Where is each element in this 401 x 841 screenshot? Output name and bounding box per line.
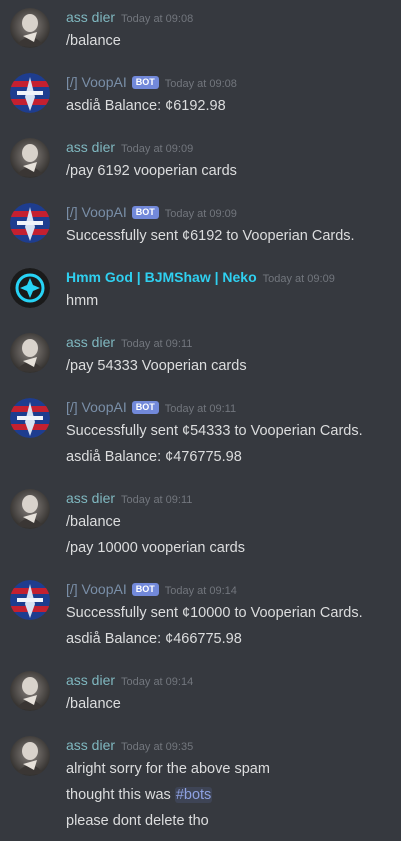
message-text: asdiå Balance: ¢6192.98 bbox=[66, 97, 226, 115]
author-name[interactable]: Hmm God | BJMShaw | Neko bbox=[66, 269, 257, 285]
message-text-content: Successfully sent ¢10000 to Vooperian Ca… bbox=[66, 605, 363, 621]
message-timestamp[interactable]: Today at 09:09 bbox=[121, 143, 193, 155]
chat-message: [/] VoopAI BOT Today at 09:09 Successfully … bbox=[0, 203, 401, 247]
bot-badge: BOT bbox=[131, 583, 159, 596]
user-avatar-icon[interactable] bbox=[10, 8, 50, 48]
message-timestamp[interactable]: Today at 09:14 bbox=[121, 676, 193, 688]
message-header: ass dier Today at 09:08 bbox=[66, 8, 193, 28]
message-text: asdiå Balance: ¢476775.98 bbox=[66, 448, 242, 466]
message-text-content: asdiå Balance: ¢476775.98 bbox=[66, 449, 242, 465]
chat-message: [/] VoopAI BOT Today at 09:14 Successfully … bbox=[0, 580, 401, 650]
message-text-content: please dont delete tho bbox=[66, 813, 209, 829]
message-text: alright sorry for the above spam bbox=[66, 760, 270, 778]
message-text: Successfully sent ¢10000 to Vooperian Ca… bbox=[66, 604, 363, 622]
message-text: /balance bbox=[66, 513, 121, 531]
message-header: ass dier Today at 09:09 bbox=[66, 138, 193, 158]
neko-avatar-icon[interactable] bbox=[10, 268, 50, 308]
chat-message: ass dier Today at 09:09/pay 6192 vooperia… bbox=[0, 138, 401, 182]
message-timestamp[interactable]: Today at 09:08 bbox=[165, 78, 237, 90]
message-text: Successfully sent ¢6192 to Vooperian Car… bbox=[66, 227, 355, 245]
message-timestamp[interactable]: Today at 09:14 bbox=[165, 585, 237, 597]
chat-message: ass dier Today at 09:11/pay 54333 Vooperi… bbox=[0, 333, 401, 377]
message-header: [/] VoopAI BOT Today at 09:09 bbox=[66, 203, 237, 223]
voopai-avatar-icon[interactable] bbox=[10, 398, 50, 438]
chat-message: ass dier Today at 09:08/balance bbox=[0, 8, 401, 52]
message-text-content: alright sorry for the above spam bbox=[66, 761, 270, 777]
author-name[interactable]: ass dier bbox=[66, 334, 115, 350]
bot-badge: BOT bbox=[131, 401, 159, 414]
chat-message: [/] VoopAI BOT Today at 09:08 asdiå Balance… bbox=[0, 73, 401, 117]
message-timestamp[interactable]: Today at 09:35 bbox=[121, 741, 193, 753]
chat-message: [/] VoopAI BOT Today at 09:11 Successfully … bbox=[0, 398, 401, 468]
voopai-avatar-icon[interactable] bbox=[10, 73, 50, 113]
chat-message: ass dier Today at 09:14/balance bbox=[0, 671, 401, 715]
voopai-avatar-icon[interactable] bbox=[10, 203, 50, 243]
message-header: Hmm God | BJMShaw | Neko Today at 09:09 bbox=[66, 268, 335, 288]
message-timestamp[interactable]: Today at 09:11 bbox=[165, 403, 236, 415]
message-text-content: thought this was bbox=[66, 787, 175, 803]
user-avatar-icon[interactable] bbox=[10, 489, 50, 529]
message-text: /balance bbox=[66, 695, 121, 713]
author-name[interactable]: ass dier bbox=[66, 9, 115, 25]
author-name[interactable]: [/] VoopAI bbox=[66, 74, 127, 90]
message-text-content: Successfully sent ¢6192 to Vooperian Car… bbox=[66, 228, 355, 244]
message-text: asdiå Balance: ¢466775.98 bbox=[66, 630, 242, 648]
message-text: /pay 54333 Vooperian cards bbox=[66, 357, 247, 375]
user-avatar-icon[interactable] bbox=[10, 333, 50, 373]
message-header: ass dier Today at 09:11 bbox=[66, 333, 192, 353]
chat-message-list: ass dier Today at 09:08/balance [/] VoopAI… bbox=[0, 0, 401, 841]
author-name[interactable]: [/] VoopAI bbox=[66, 399, 127, 415]
message-text-content: hmm bbox=[66, 293, 99, 309]
author-name[interactable]: ass dier bbox=[66, 737, 115, 753]
message-timestamp[interactable]: Today at 09:11 bbox=[121, 494, 192, 506]
message-text: please dont delete tho bbox=[66, 812, 209, 830]
voopai-avatar-icon[interactable] bbox=[10, 580, 50, 620]
chat-message: ass dier Today at 09:11/balance/pay 10000… bbox=[0, 489, 401, 559]
message-header: ass dier Today at 09:11 bbox=[66, 489, 192, 509]
message-text-content: /pay 54333 Vooperian cards bbox=[66, 358, 247, 374]
chat-message: Hmm God | BJMShaw | Neko Today at 09:09 hm… bbox=[0, 268, 401, 312]
bot-badge: BOT bbox=[131, 76, 159, 89]
author-name[interactable]: ass dier bbox=[66, 139, 115, 155]
message-header: [/] VoopAI BOT Today at 09:08 bbox=[66, 73, 237, 93]
user-avatar-icon[interactable] bbox=[10, 138, 50, 178]
message-text-content: /balance bbox=[66, 514, 121, 530]
message-text: /balance bbox=[66, 32, 121, 50]
message-text-content: /pay 6192 vooperian cards bbox=[66, 163, 237, 179]
message-text: hmm bbox=[66, 292, 98, 310]
author-name[interactable]: ass dier bbox=[66, 672, 115, 688]
message-header: [/] VoopAI BOT Today at 09:11 bbox=[66, 398, 236, 418]
message-timestamp[interactable]: Today at 09:11 bbox=[121, 338, 192, 350]
message-timestamp[interactable]: Today at 09:09 bbox=[263, 273, 335, 285]
user-avatar-icon[interactable] bbox=[10, 671, 50, 711]
author-name[interactable]: [/] VoopAI bbox=[66, 581, 127, 597]
message-text: /pay 10000 vooperian cards bbox=[66, 539, 245, 557]
bot-badge: BOT bbox=[131, 206, 159, 219]
message-text-content: asdiå Balance: ¢466775.98 bbox=[66, 631, 242, 647]
message-header: ass dier Today at 09:14 bbox=[66, 671, 193, 691]
message-text: /pay 6192 vooperian cards bbox=[66, 162, 237, 180]
channel-mention-link[interactable]: #bots bbox=[174, 787, 213, 803]
chat-message: ass dier Today at 09:35 alright sorry for … bbox=[0, 736, 401, 832]
message-text: thought this was #bots bbox=[66, 786, 213, 804]
message-text: Successfully sent ¢54333 to Vooperian Ca… bbox=[66, 422, 363, 440]
message-timestamp[interactable]: Today at 09:09 bbox=[165, 208, 237, 220]
user-avatar-icon[interactable] bbox=[10, 736, 50, 776]
message-text-content: Successfully sent ¢54333 to Vooperian Ca… bbox=[66, 423, 363, 439]
message-header: [/] VoopAI BOT Today at 09:14 bbox=[66, 580, 237, 600]
message-text-content: asdiå Balance: ¢6192.98 bbox=[66, 98, 226, 114]
message-header: ass dier Today at 09:35 bbox=[66, 736, 193, 756]
author-name[interactable]: [/] VoopAI bbox=[66, 204, 127, 220]
message-text-content: /balance bbox=[66, 696, 121, 712]
message-timestamp[interactable]: Today at 09:08 bbox=[121, 13, 193, 25]
author-name[interactable]: ass dier bbox=[66, 490, 115, 506]
message-text-content: /pay 10000 vooperian cards bbox=[66, 540, 245, 556]
message-text-content: /balance bbox=[66, 33, 121, 49]
